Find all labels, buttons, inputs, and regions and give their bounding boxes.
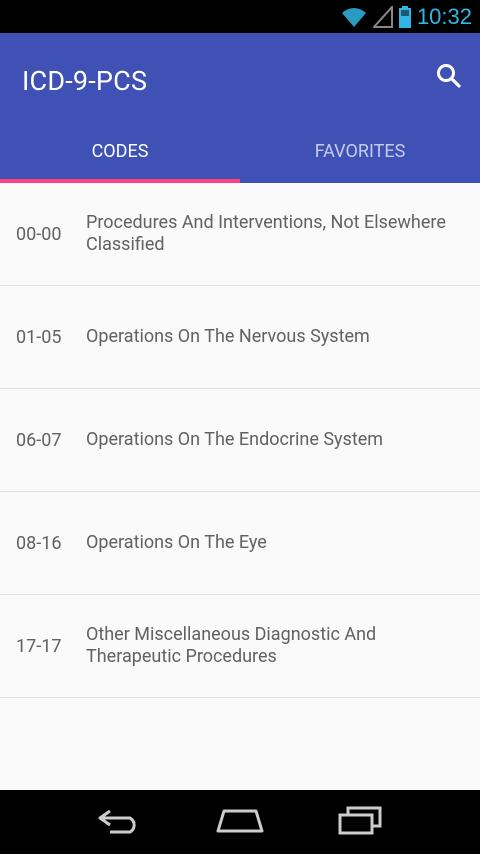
code-range: 01-05 (16, 326, 62, 348)
tab-bar: CODES FAVORITES (0, 133, 480, 183)
list-item[interactable]: 17-17 Other Miscellaneous Diagnostic And… (0, 595, 480, 698)
app-title: ICD-9-PCS (22, 65, 148, 97)
code-range: 08-16 (16, 532, 62, 554)
search-button[interactable] (434, 63, 464, 93)
code-range: 17-17 (16, 635, 62, 657)
code-description: Other Miscellaneous Diagnostic And Thera… (86, 624, 377, 667)
signal-icon (372, 5, 393, 28)
home-button[interactable] (210, 802, 270, 842)
recents-button[interactable] (330, 802, 390, 842)
status-time: 10:32 (416, 3, 472, 29)
search-icon (436, 63, 462, 93)
navigation-bar (0, 790, 480, 854)
list-item[interactable]: 06-07 Operations On The Endocrine System (0, 389, 480, 492)
code-range: 00-00 (16, 223, 62, 245)
list-item[interactable]: 00-00 Procedures And Interventions, Not … (0, 183, 480, 286)
code-description: Operations On The Eye (86, 532, 267, 553)
back-icon (96, 805, 144, 839)
wifi-icon (341, 6, 367, 28)
app-bar: ICD-9-PCS CODES FAVORITES (0, 33, 480, 183)
recents-icon (336, 805, 384, 839)
code-description: Procedures And Interventions, Not Elsewh… (86, 212, 446, 255)
list-item[interactable]: 08-16 Operations On The Eye (0, 492, 480, 595)
tab-codes[interactable]: CODES (0, 133, 240, 183)
status-bar: 10:32 (0, 0, 480, 33)
list-item[interactable]: 01-05 Operations On The Nervous System (0, 286, 480, 389)
code-range: 06-07 (16, 429, 62, 451)
tab-favorites[interactable]: FAVORITES (240, 133, 480, 183)
code-description: Operations On The Nervous System (86, 326, 370, 347)
code-list: 00-00 Procedures And Interventions, Not … (0, 183, 480, 698)
back-button[interactable] (90, 802, 150, 842)
home-icon (214, 806, 266, 838)
code-description: Operations On The Endocrine System (86, 429, 384, 450)
battery-icon (398, 5, 411, 28)
